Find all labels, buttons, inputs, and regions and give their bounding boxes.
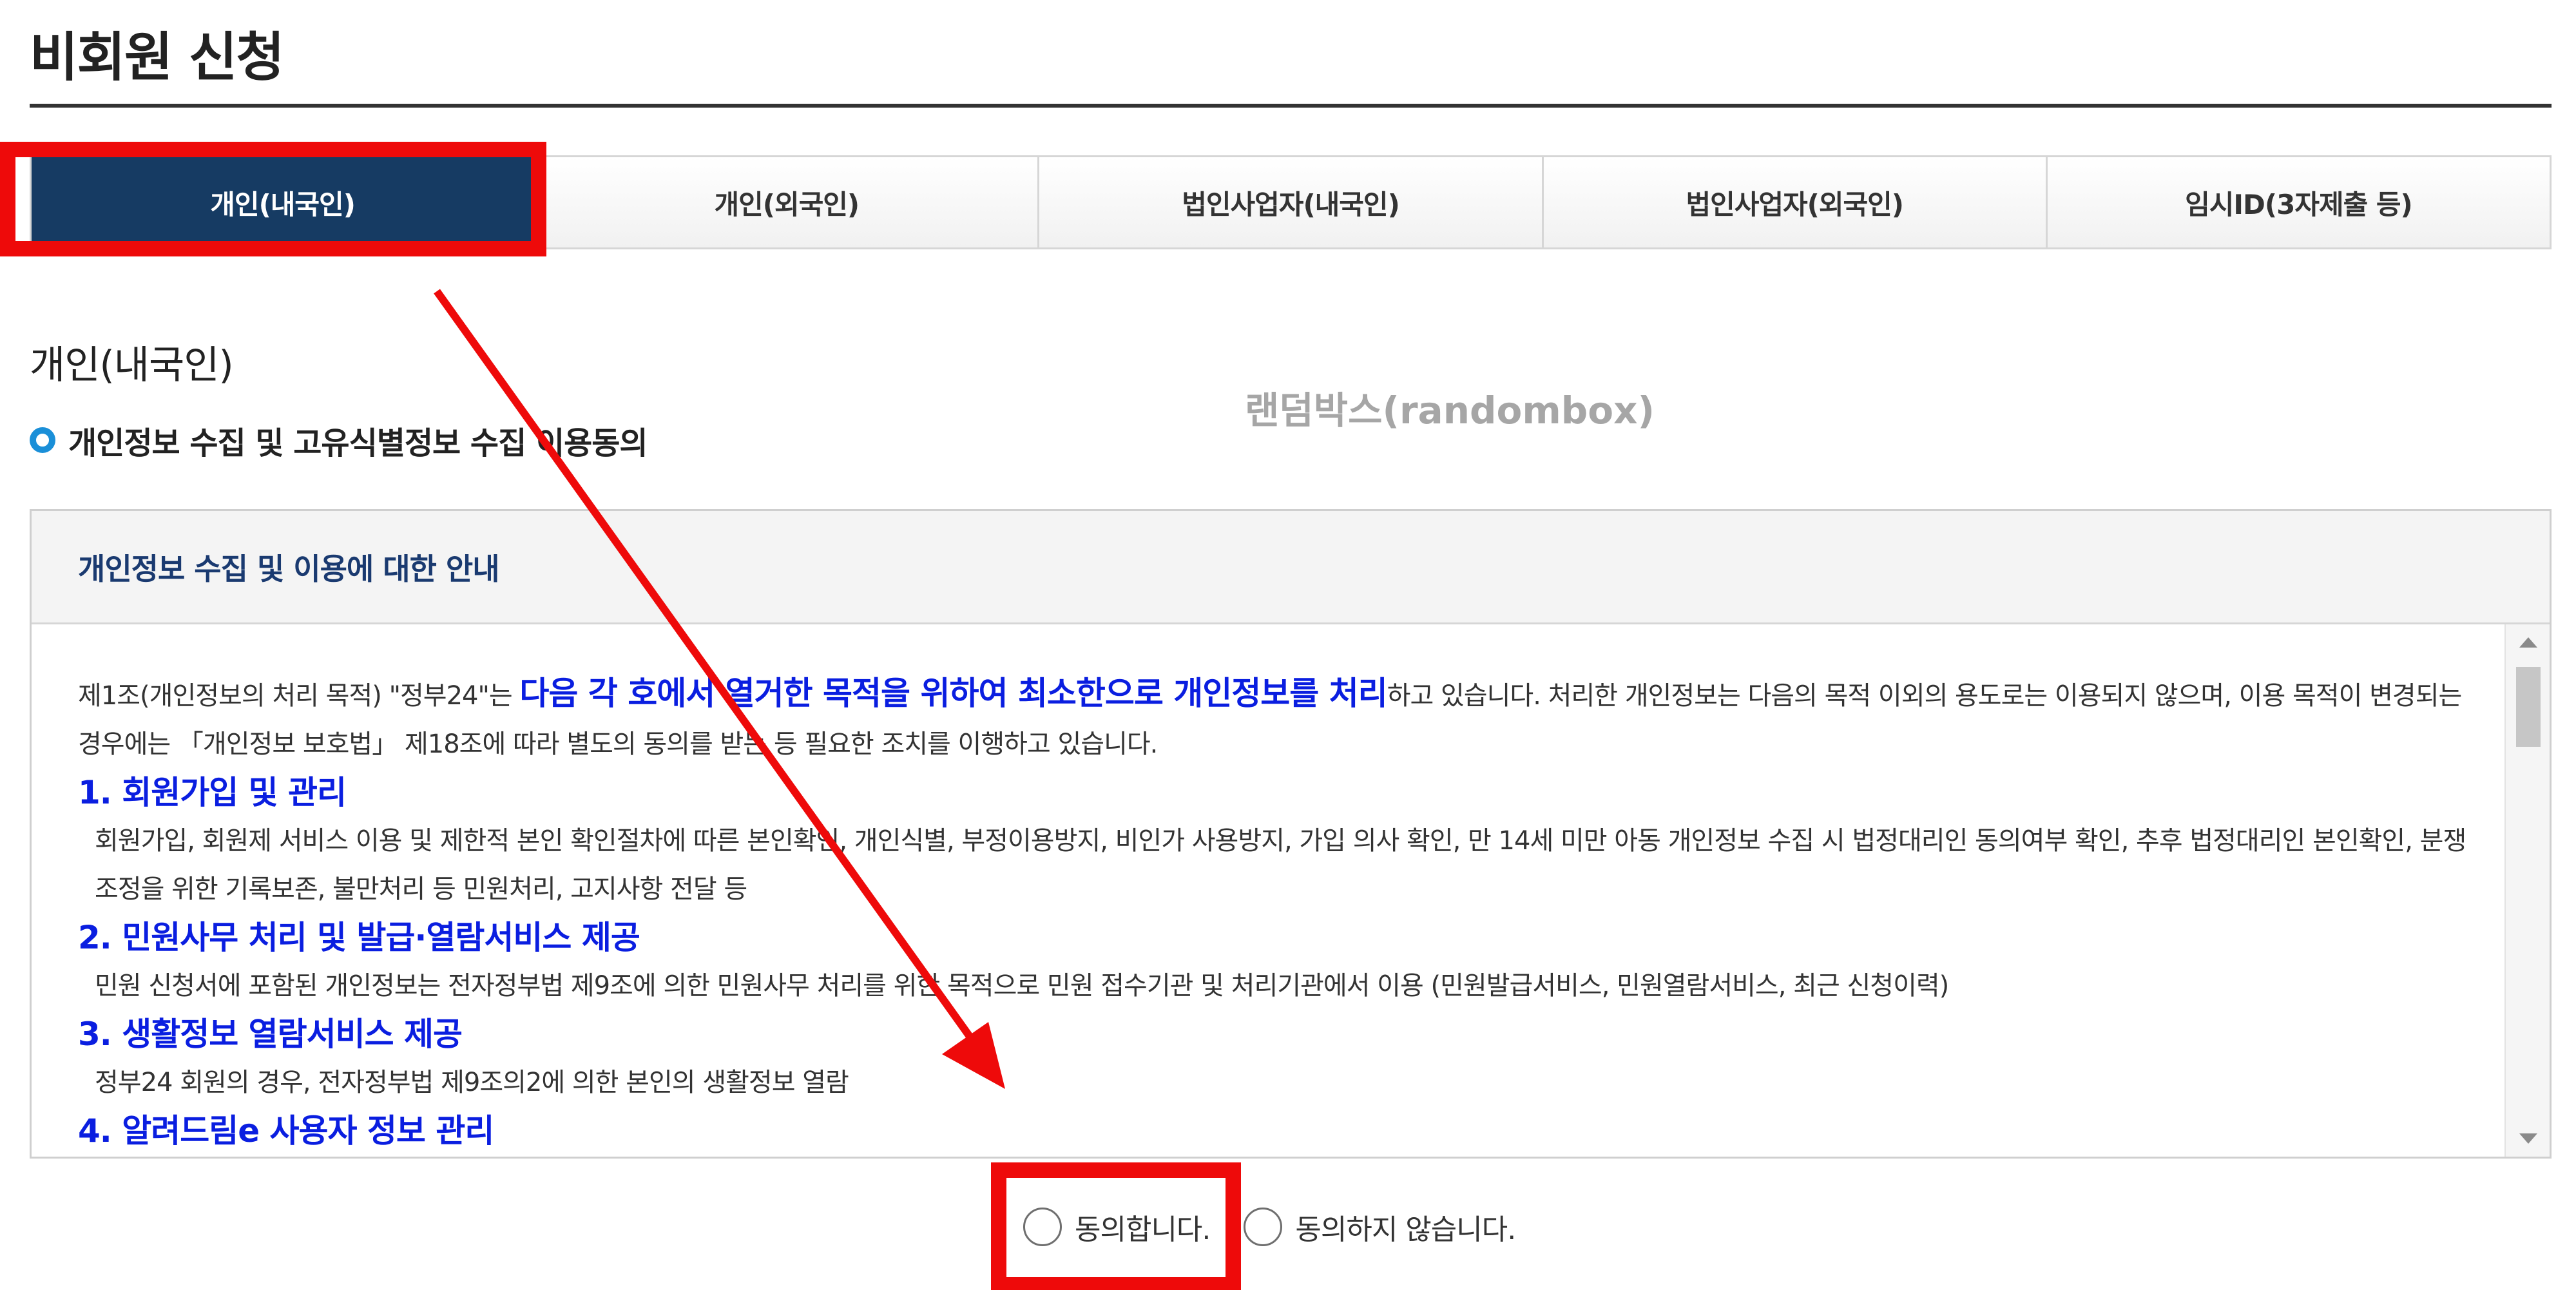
scroll-up-arrow-icon[interactable] — [2519, 637, 2537, 648]
privacy-notice-box: 개인정보 수집 및 이용에 대한 안내 제1조(개인정보의 처리 목적) "정부… — [30, 509, 2552, 1159]
bullet-ring-icon — [30, 427, 55, 453]
tab-corporate-foreign[interactable]: 법인사업자(외국인) — [1541, 157, 2046, 247]
scroll-thumb[interactable] — [2516, 667, 2541, 747]
scroll-down-arrow-icon[interactable] — [2519, 1133, 2537, 1144]
consent-subtitle: 개인정보 수집 및 고유식별정보 수집 이용동의 — [30, 418, 648, 463]
intro-highlight: 다음 각 호에서 열거한 목적을 위하여 최소한으로 개인정보를 처리 — [519, 675, 1387, 712]
notice-item-heading: 3. 생활정보 열람서비스 제공 — [78, 1016, 463, 1053]
notice-item-text: 민원 신청서에 포함된 개인정보는 전자정부법 제9조에 의한 민원사무 처리를… — [95, 971, 1949, 1001]
intro-pre: 제1조(개인정보의 처리 목적) "정부24"는 — [78, 681, 520, 711]
notice-item-text: 정부24 회원의 경우, 전자정부법 제9조의2에 의한 본인의 생활정보 열람 — [95, 1068, 849, 1097]
notice-body[interactable]: 제1조(개인정보의 처리 목적) "정부24"는 다음 각 호에서 열거한 목적… — [32, 624, 2550, 1157]
notice-item-text: 회원가입, 회원제 서비스 이용 및 제한적 본인 확인절차에 따른 본인확인,… — [95, 826, 2466, 904]
notice-scrollbar[interactable] — [2504, 624, 2550, 1157]
tab-personal-foreign[interactable]: 개인(외국인) — [533, 157, 1038, 247]
watermark-text: 랜덤박스(randombox) — [1245, 389, 1655, 432]
title-divider — [30, 104, 2552, 108]
page-title: 비회원 신청 — [30, 27, 285, 88]
section-title: 개인(내국인) — [30, 343, 234, 388]
consent-subtitle-text: 개인정보 수집 및 고유식별정보 수집 이용동의 — [68, 425, 648, 461]
tab-temporary-id[interactable]: 임시ID(3자제출 등) — [2045, 157, 2550, 247]
tab-corporate-domestic[interactable]: 법인사업자(내국인) — [1037, 157, 1542, 247]
disagree-label: 동의하지 않습니다. — [1295, 1213, 1516, 1246]
notice-intro: 제1조(개인정보의 처리 목적) "정부24"는 다음 각 호에서 열거한 목적… — [78, 669, 2479, 769]
notice-item-heading: 4. 알려드림e 사용자 정보 관리 — [78, 1112, 494, 1150]
notice-item-heading: 2. 민원사무 처리 및 발급·열람서비스 제공 — [78, 919, 640, 956]
highlight-box-agree — [991, 1162, 1241, 1290]
disagree-radio[interactable] — [1244, 1208, 1283, 1246]
highlight-box-tab — [0, 142, 546, 256]
notice-header: 개인정보 수집 및 이용에 대한 안내 — [32, 511, 2550, 624]
disagree-option[interactable]: 동의하지 않습니다. — [1244, 1206, 1516, 1247]
notice-item-heading: 1. 회원가입 및 관리 — [78, 774, 347, 811]
